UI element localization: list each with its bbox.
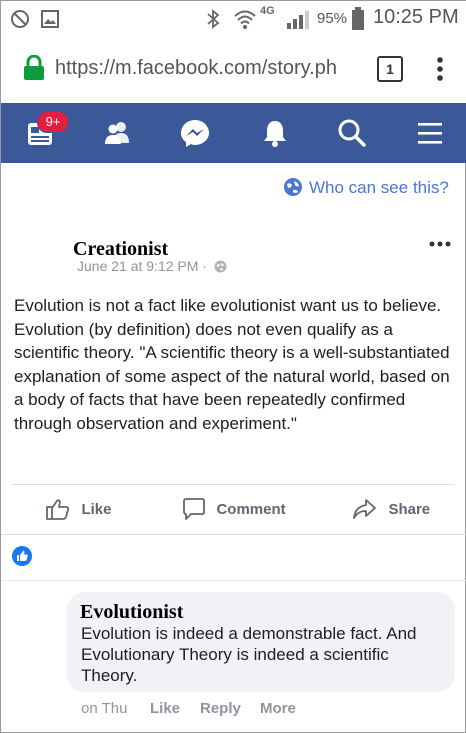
bluetooth-icon bbox=[207, 9, 220, 29]
share-arrow-icon bbox=[353, 499, 376, 519]
thumbs-up-icon bbox=[17, 550, 28, 561]
comment-label: Comment bbox=[216, 500, 286, 518]
comment-bubble-icon bbox=[183, 498, 205, 520]
lock-icon bbox=[24, 55, 44, 80]
thumbs-up-icon bbox=[46, 499, 70, 520]
battery-icon bbox=[352, 7, 364, 30]
friend-requests-icon[interactable] bbox=[102, 117, 134, 149]
post-timestamp[interactable]: June 21 at 9:12 PM · bbox=[77, 258, 207, 274]
wifi-icon bbox=[234, 10, 256, 29]
notification-badge: 9+ bbox=[37, 111, 69, 133]
comment-text: Evolution is indeed a demonstrable fact.… bbox=[81, 624, 417, 685]
tab-switcher-button[interactable]: 1 bbox=[377, 56, 403, 82]
reactions-like-icon[interactable] bbox=[12, 546, 32, 566]
signal-icon bbox=[287, 11, 309, 29]
gallery-icon bbox=[41, 10, 59, 28]
messenger-icon[interactable] bbox=[179, 117, 211, 149]
who-can-see-this-link[interactable]: Who can see this? bbox=[309, 178, 449, 198]
divider bbox=[1, 534, 466, 535]
facebook-nav-bar: 9+ bbox=[1, 103, 466, 163]
globe-icon bbox=[284, 178, 302, 196]
post-actions-bar: Like Comment Share bbox=[13, 484, 455, 533]
comment-more-button[interactable]: More bbox=[260, 700, 296, 717]
like-button[interactable]: Like bbox=[45, 497, 111, 521]
like-label: Like bbox=[81, 500, 112, 518]
comment-author-name[interactable]: Evolutionist bbox=[80, 601, 183, 624]
share-button[interactable]: Share bbox=[351, 497, 430, 521]
comment-button[interactable]: Comment bbox=[181, 497, 286, 521]
divider bbox=[1, 580, 466, 581]
post-options-icon[interactable] bbox=[429, 239, 451, 249]
menu-hamburger-icon[interactable] bbox=[414, 117, 446, 149]
public-globe-icon bbox=[214, 260, 227, 273]
post-meta: June 21 at 9:12 PM · bbox=[77, 258, 227, 276]
share-label: Share bbox=[388, 500, 431, 518]
notifications-bell-icon[interactable] bbox=[259, 117, 291, 149]
browser-menu-icon[interactable] bbox=[433, 55, 447, 85]
comment-like-button[interactable]: Like bbox=[150, 700, 180, 717]
do-not-disturb-icon bbox=[11, 10, 29, 28]
clock: 10:25 PM bbox=[373, 6, 459, 28]
search-icon[interactable] bbox=[336, 117, 368, 149]
status-bar: 4G 95% 10:25 PM bbox=[1, 1, 466, 35]
address-bar[interactable]: https://m.facebook.com/story.ph bbox=[55, 57, 367, 80]
comment-timestamp[interactable]: on Thu bbox=[81, 700, 127, 717]
comment-reply-button[interactable]: Reply bbox=[200, 700, 241, 717]
network-type-label: 4G bbox=[260, 5, 275, 17]
post-text: Evolution is not a fact like evolutionis… bbox=[14, 296, 450, 433]
battery-percent: 95% bbox=[317, 10, 348, 27]
browser-toolbar: https://m.facebook.com/story.ph 1 bbox=[1, 35, 466, 104]
